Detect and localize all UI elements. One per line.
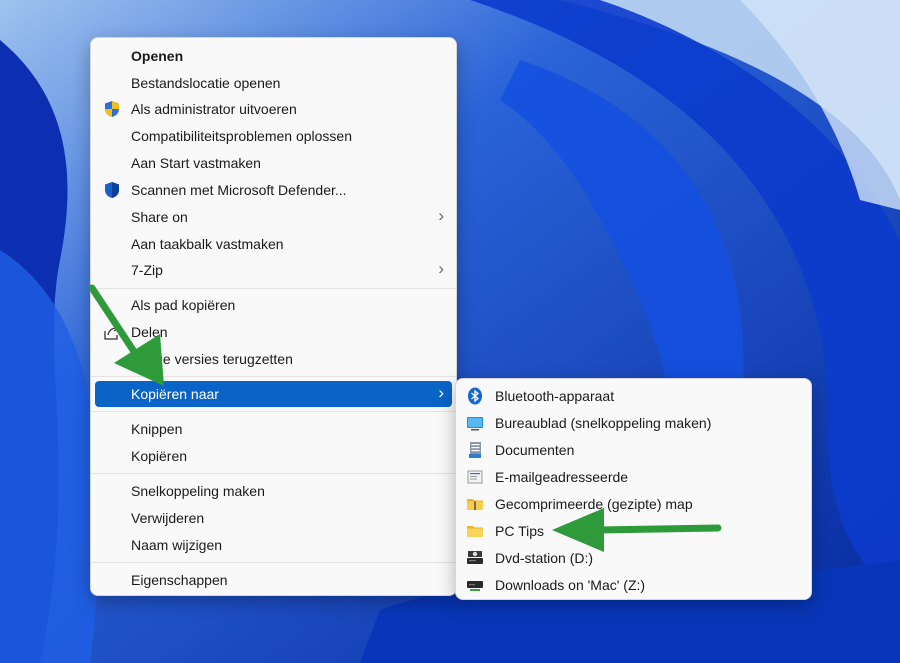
submenu-item-documents[interactable]: Documenten <box>460 437 807 463</box>
menu-item-create-shortcut[interactable]: Snelkoppeling maken <box>95 478 452 504</box>
menu-item-label: Scannen met Microsoft Defender... <box>131 182 347 198</box>
menu-item-label: Als pad kopiëren <box>131 297 236 313</box>
submenu-item-label: Dvd-station (D:) <box>495 550 594 566</box>
menu-item-label: Kopiëren naar <box>131 386 219 402</box>
menu-item-label: Eigenschappen <box>131 572 228 588</box>
submenu-item-label: E-mailgeadresseerde <box>495 469 629 485</box>
submenu-item-label: PC Tips <box>495 523 545 539</box>
menu-item-rename[interactable]: Naam wijzigen <box>95 532 452 558</box>
menu-item-pin-to-start[interactable]: Aan Start vastmaken <box>95 150 452 176</box>
copy-to-submenu: Bluetooth-apparaat Bureaublad (snelkoppe… <box>455 378 812 600</box>
menu-item-openen[interactable]: Openen <box>95 43 452 69</box>
menu-item-label: Vorige versies terugzetten <box>131 351 293 367</box>
menu-separator <box>91 562 456 563</box>
menu-item-label: Share on <box>131 209 188 225</box>
submenu-item-network-drive[interactable]: Downloads on 'Mac' (Z:) <box>460 572 807 598</box>
menu-item-label: Delen <box>131 324 168 340</box>
menu-item-delete[interactable]: Verwijderen <box>95 505 452 531</box>
menu-item-label: Als administrator uitvoeren <box>131 101 297 117</box>
menu-item-7zip[interactable]: 7-Zip › <box>95 257 452 283</box>
submenu-item-label: Downloads on 'Mac' (Z:) <box>495 577 646 593</box>
menu-item-copy[interactable]: Kopiëren <box>95 443 452 469</box>
mail-recipient-icon <box>467 470 483 484</box>
submenu-item-mail-recipient[interactable]: E-mailgeadresseerde <box>460 464 807 490</box>
submenu-item-dvd-drive[interactable]: Dvd-station (D:) <box>460 545 807 571</box>
uac-shield-icon <box>105 101 119 117</box>
menu-item-share[interactable]: Delen <box>95 319 452 345</box>
menu-item-restore-previous-versions[interactable]: Vorige versies terugzetten <box>95 346 452 372</box>
menu-item-label: Naam wijzigen <box>131 537 223 553</box>
bluetooth-icon <box>468 387 482 405</box>
dvd-drive-icon <box>467 551 483 564</box>
menu-item-label: Verwijderen <box>131 510 205 526</box>
share-icon <box>104 324 120 340</box>
menu-item-compatibility-troubleshoot[interactable]: Compatibiliteitsproblemen oplossen <box>95 123 452 149</box>
menu-item-label: Bestandslocatie openen <box>131 75 281 91</box>
defender-shield-icon <box>105 182 119 198</box>
submenu-item-label: Bluetooth-apparaat <box>495 388 615 404</box>
zip-folder-icon <box>467 499 483 510</box>
desktop-icon <box>467 417 483 431</box>
chevron-right-icon: › <box>438 206 444 225</box>
menu-item-label: Knippen <box>131 421 183 437</box>
menu-item-label: Snelkoppeling maken <box>131 483 265 499</box>
folder-icon <box>467 526 483 537</box>
menu-item-label: Compatibiliteitsproblemen oplossen <box>131 128 353 144</box>
documents-icon <box>469 442 481 458</box>
menu-item-share-on[interactable]: Share on › <box>95 204 452 230</box>
submenu-item-pc-tips[interactable]: PC Tips <box>460 518 807 544</box>
submenu-item-label: Documenten <box>495 442 575 458</box>
menu-item-cut[interactable]: Knippen <box>95 416 452 442</box>
menu-separator <box>91 376 456 377</box>
menu-separator <box>91 288 456 289</box>
menu-item-copy-as-path[interactable]: Als pad kopiëren <box>95 292 452 318</box>
menu-separator <box>91 411 456 412</box>
menu-item-run-as-admin[interactable]: Als administrator uitvoeren <box>95 96 452 122</box>
menu-item-pin-to-taskbar[interactable]: Aan taakbalk vastmaken <box>95 231 452 257</box>
submenu-item-label: Bureaublad (snelkoppeling maken) <box>495 415 712 431</box>
submenu-item-zip-folder[interactable]: Gecomprimeerde (gezipte) map <box>460 491 807 517</box>
menu-item-label: Aan taakbalk vastmaken <box>131 236 284 252</box>
submenu-item-desktop[interactable]: Bureaublad (snelkoppeling maken) <box>460 410 807 436</box>
menu-item-copy-to[interactable]: Kopiëren naar › <box>95 381 452 407</box>
menu-item-bestandslocatie-openen[interactable]: Bestandslocatie openen <box>95 70 452 96</box>
chevron-right-icon: › <box>438 259 444 278</box>
chevron-right-icon: › <box>438 383 444 402</box>
menu-item-label: Aan Start vastmaken <box>131 155 261 171</box>
menu-item-label: 7-Zip <box>131 262 163 278</box>
network-drive-icon <box>467 581 483 591</box>
menu-item-scan-defender[interactable]: Scannen met Microsoft Defender... <box>95 177 452 203</box>
submenu-item-bluetooth[interactable]: Bluetooth-apparaat <box>460 383 807 409</box>
menu-item-properties[interactable]: Eigenschappen <box>95 567 452 593</box>
menu-item-label: Openen <box>131 48 184 64</box>
context-menu: Openen Bestandslocatie openen Als admini… <box>90 37 457 596</box>
menu-item-label: Kopiëren <box>131 448 188 464</box>
menu-separator <box>91 473 456 474</box>
submenu-item-label: Gecomprimeerde (gezipte) map <box>495 496 693 512</box>
